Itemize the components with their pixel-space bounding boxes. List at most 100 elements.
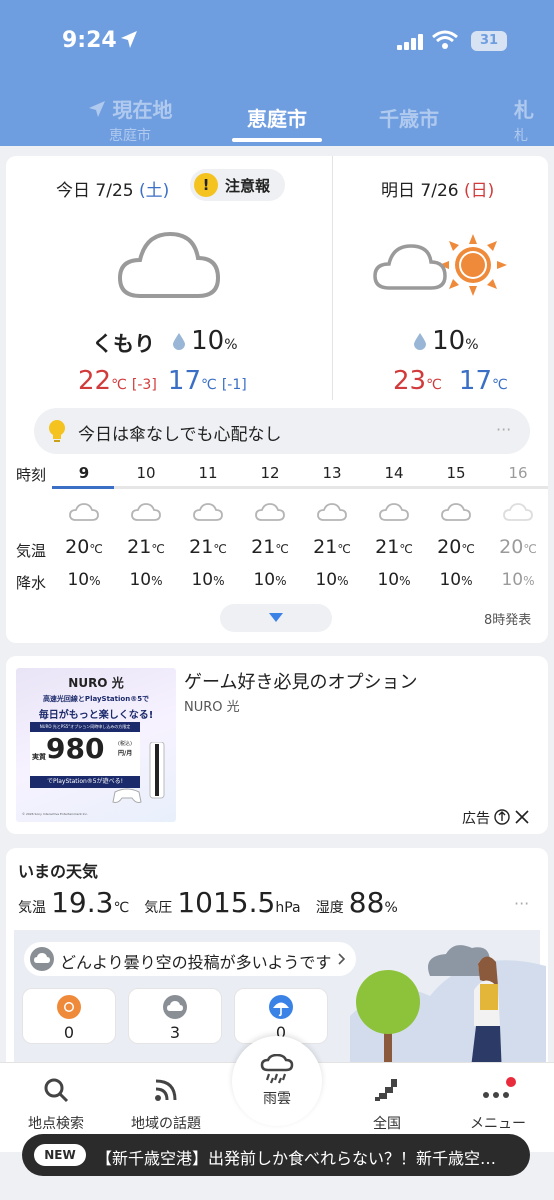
hour-label: 15 [446,464,466,482]
date-text: 明日 7/26 [381,181,464,201]
rain-radar-button[interactable]: 雨雲 [232,1036,322,1126]
warning-badge[interactable]: ! 注意報 [190,169,285,201]
hour-temp-value: 21 [127,536,152,558]
high-temp: 23 [393,366,427,396]
tab-chitose[interactable]: 千歳市 [359,103,459,132]
ad-info-icon[interactable] [494,809,511,825]
tab-label: 札 [514,98,534,122]
high-temp: 22 [78,366,112,396]
nav-topics[interactable]: 地域の話題 [116,1063,216,1133]
pressure-label: 気圧 [144,900,173,916]
hour-rain-value: 10 [129,570,152,590]
nav-national[interactable]: 全国 [337,1063,437,1133]
exclamation-icon: ! [194,173,218,197]
current-title: いまの天気 [18,862,99,881]
hour-rain-unit: % [213,574,225,588]
cloudy-count[interactable]: 3 [128,988,222,1044]
cloud-icon [441,503,471,521]
today-forecast[interactable]: 今日 7/25 (土) ! 注意報 くもり 10% 22℃ [-3] 17℃ [… [6,156,332,400]
humidity-unit: % [384,900,398,916]
nav-label: 全国 [373,1116,401,1132]
hour-temp-unit: ℃ [399,542,413,556]
hour-temp: 20℃ [488,536,548,558]
search-icon [44,1078,69,1103]
warning-label: 注意報 [225,177,271,195]
hour-temp: 21℃ [364,536,424,558]
cloud-icon [379,503,409,521]
hour-temp-unit: ℃ [523,542,537,556]
close-icon[interactable] [515,810,529,824]
high-temp-unit: ℃ [426,377,442,393]
wifi-icon [432,30,458,49]
ad-brand: NURO 光 [68,676,124,690]
label-rain: 降水 [16,574,47,592]
hour-temp-unit: ℃ [461,542,475,556]
hour-column: 14 21℃ 10% [364,460,424,600]
raindrop-icon [173,333,185,350]
tab-sapporo[interactable]: 札 札 [514,94,554,145]
low-temp-unit: ℃ [492,377,508,393]
hour-rain-value: 10 [67,570,90,590]
ad-label-text: 広告 [462,811,490,827]
hour-column: 9 20℃ 10% [54,460,114,600]
chevron-down-icon [269,613,283,622]
lightbulb-icon [49,420,65,442]
news-ticker[interactable]: NEW 【新千歳空港】出発前しか食べれらない？！新千歳空… [22,1134,530,1176]
tab-label: 千歳市 [379,107,439,131]
raindrop-icon [414,333,426,350]
hour-temp: 20℃ [426,536,486,558]
hour-label: 14 [384,464,404,482]
posts-summary[interactable]: どんより曇り空の投稿が多いようです [24,942,356,976]
nav-search[interactable]: 地点検索 [6,1063,106,1133]
hour-rain-value: 10 [315,570,338,590]
temp-unit: ℃ [113,900,130,916]
weekday: (土) [138,181,170,201]
hour-rain-unit: % [523,574,535,588]
more-icon[interactable]: ··· [496,420,511,439]
hour-rain: 10% [364,570,424,590]
cloud-icon [317,503,347,521]
hour-column: 11 21℃ 10% [178,460,238,600]
hour-temp-unit: ℃ [89,542,103,556]
hour-column: 10 21℃ 10% [116,460,176,600]
controller-image [112,788,142,803]
chevron-right-icon [338,953,346,965]
tab-label: 恵庭市 [247,107,307,131]
ad-card[interactable]: NURO 光 高速光回線とPlayStation®5で 毎日がもっと楽しくなる!… [6,656,548,834]
ad-headline[interactable]: ゲーム好き必見のオプション [184,668,417,694]
tab-sublabel: 札 [514,128,528,144]
pressure-value: 1015.5 [177,886,276,919]
hour-column: 16 20℃ 10% [488,460,548,600]
tomorrow-precip: 10% [413,326,479,356]
new-badge: NEW [34,1144,86,1166]
illustration-image [350,945,546,1076]
hour-temp: 21℃ [116,536,176,558]
hour-temp-unit: ℃ [213,542,227,556]
hour-rain-unit: % [399,574,411,588]
temp-value: 19.3 [51,886,114,919]
low-temp: 17 [167,366,201,396]
nav-label: 地点検索 [28,1116,84,1132]
expand-button[interactable] [220,604,332,632]
umbrella-tip[interactable]: 今日は傘なしでも心配なし ··· [34,408,530,454]
more-icon[interactable]: ··· [514,894,529,913]
hour-rain-unit: % [337,574,349,588]
nav-menu[interactable]: メニュー [448,1063,548,1133]
hour-temp: 20℃ [54,536,114,558]
ad-copyright: © 2026 Sony Interactive Entertainment In… [22,812,89,816]
sunny-count[interactable]: 0 [22,988,116,1044]
app-header: 9:24 31 現在地 恵庭市 恵庭市 千歳市 札 札 [0,0,554,146]
hour-temp-value: 20 [499,536,524,558]
umbrella-icon [269,995,293,1019]
tomorrow-forecast[interactable]: 明日 7/26 (日) 10% 23℃ 17℃ [333,156,548,400]
hour-rain-value: 10 [191,570,214,590]
hour-rain: 10% [302,570,362,590]
date-text: 今日 7/25 [56,181,139,201]
hour-label: 16 [508,464,528,482]
tab-current-location[interactable]: 現在地 恵庭市 [80,94,180,145]
tab-eniwa[interactable]: 恵庭市 [227,103,327,132]
location-arrow-icon [88,101,105,117]
high-temp-unit: ℃ [111,377,127,393]
count-value: 3 [169,1023,181,1042]
ad-image[interactable]: NURO 光 高速光回線とPlayStation®5で 毎日がもっと楽しくなる!… [16,668,176,822]
